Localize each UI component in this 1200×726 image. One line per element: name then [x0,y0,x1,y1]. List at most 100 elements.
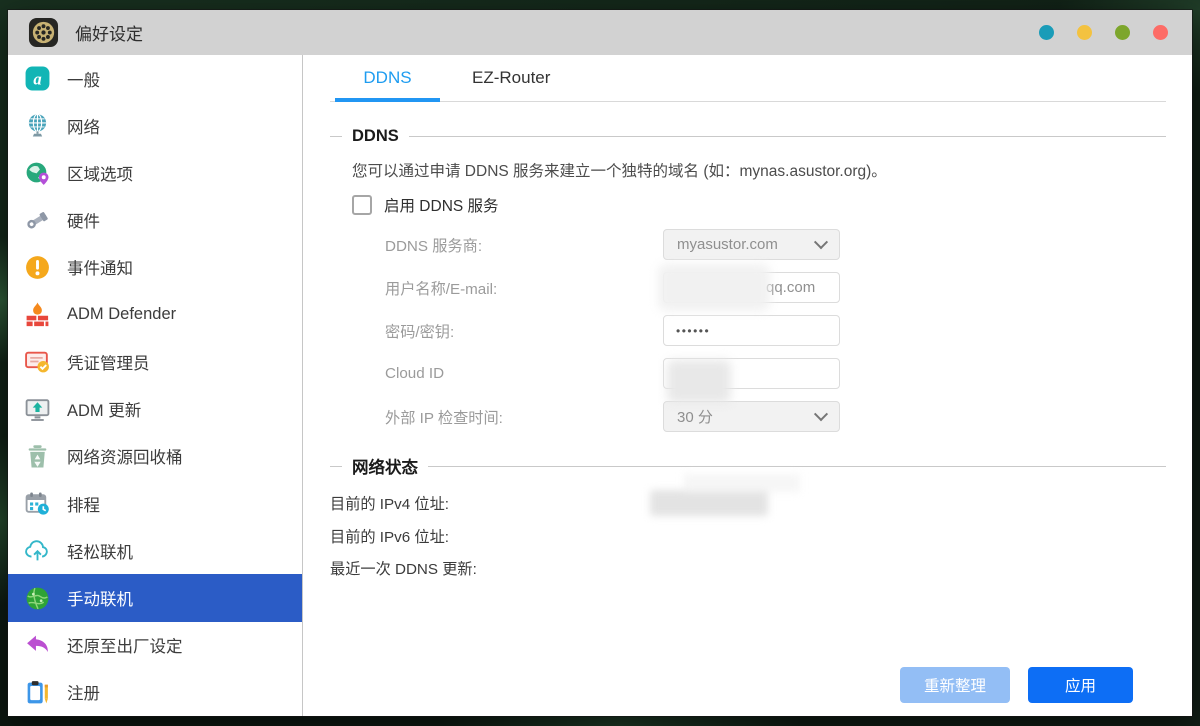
ip-check-interval-select[interactable]: 30 分 [663,401,840,432]
tab-ddns[interactable]: DDNS [335,55,440,102]
refresh-button[interactable]: 重新整理 [899,667,1010,703]
ddns-provider-row: DDNS 服务商: myasustor.com [330,229,1166,260]
legend-dash [330,465,342,467]
sidebar-item-manual-connect[interactable]: 手动联机 [8,574,302,622]
sidebar-item-label: ADM 更新 [67,402,142,421]
sidebar-item-ez-connect[interactable]: 轻松联机 [8,527,302,574]
ipv4-label: 目前的 IPv4 位址: [330,496,449,513]
tab-ez-router-label: EZ-Router [472,68,551,87]
apply-button[interactable]: 应用 [1028,667,1133,703]
preferences-app-icon [28,17,59,48]
sidebar-item-label: 轻松联机 [67,543,133,562]
window-controls [1039,25,1168,40]
sidebar-item-label: 手动联机 [67,591,133,610]
sidebar-item-adm-update[interactable]: ADM 更新 [8,386,302,433]
cloud-id-redaction-blur [667,360,731,403]
sidebar-item-network[interactable]: 网络 [8,102,302,149]
cloud-id-label: Cloud ID [385,365,445,382]
ddns-provider-value: myasustor.com [677,236,778,253]
enable-ddns-checkbox[interactable] [352,195,372,215]
sidebar-item-label: 一般 [67,71,100,90]
asustor-a-icon: a [23,65,51,93]
sidebar-item-label: 注册 [67,685,100,704]
region-pin-icon [23,159,51,187]
ddns-provider-select[interactable]: myasustor.com [663,229,840,260]
tab-ddns-label: DDNS [363,68,412,87]
enable-ddns-label: 启用 DDNS 服务 [384,198,499,215]
legend-line [428,465,1166,467]
sidebar-item-hardware[interactable]: 硬件 [8,197,302,244]
legend-line [408,136,1166,137]
register-clipboard-icon [23,678,51,706]
firewall-icon [23,301,51,329]
window-title: 偏好设定 [75,25,143,44]
main-panel: DDNS EZ-Router DDNS 您可以通过申请 DDNS 服务来建立一个… [303,55,1192,716]
password-masked-value: •••••• [676,323,711,338]
monitor-update-icon [23,395,51,423]
preferences-window: 偏好设定 a 一般 网络 区域选项 硬件 事件通知 ADM Defender 凭… [8,10,1192,716]
hardware-wrench-icon [23,206,51,234]
calendar-clock-icon [23,490,51,518]
footer-actions: 重新整理 应用 [899,667,1133,703]
ddns-provider-label: DDNS 服务商: [385,237,483,255]
sidebar-item-general[interactable]: a 一般 [8,55,302,102]
tab-ez-router[interactable]: EZ-Router [448,55,574,101]
tab-bar: DDNS EZ-Router [330,55,1166,102]
svg-text:a: a [33,70,41,89]
last-ddns-update-label: 最近一次 DDNS 更新: [330,560,477,578]
network-status-title: 网络状态 [352,459,418,477]
ddns-description: 您可以通过申请 DDNS 服务来建立一个独特的域名 (如：mynas.asust… [352,163,887,180]
manual-connect-globe-icon [23,584,51,612]
password-label: 密码/密钥: [385,323,455,341]
settings-sidebar: a 一般 网络 区域选项 硬件 事件通知 ADM Defender 凭证管理员 … [8,55,303,716]
cloud-id-input[interactable] [663,358,840,403]
sidebar-item-label: 网络资源回收桶 [67,449,183,468]
ipv4-status-row: 目前的 IPv4 位址: [330,474,1166,516]
ipv6-status-row: 目前的 IPv6 位址: [330,523,1166,548]
window-control-dot-red[interactable] [1153,25,1168,40]
sidebar-item-regional-options[interactable]: 区域选项 [8,149,302,196]
chevron-down-icon [813,234,829,249]
network-globe-icon [23,112,51,140]
window-control-dot-yellow[interactable] [1077,25,1092,40]
window-control-dot-green[interactable] [1115,25,1130,40]
username-redaction-blur [658,264,770,311]
certificate-icon [23,348,51,376]
sidebar-item-network-recycle-bin[interactable]: 网络资源回收桶 [8,433,302,480]
ipv4-redaction-blur [650,474,800,516]
ipv6-label: 目前的 IPv6 位址: [330,528,449,546]
last-ddns-update-row: 最近一次 DDNS 更新: [330,555,1166,580]
username-input[interactable]: qq.com [658,264,840,311]
username-label: 用户名称/E-mail: [385,280,498,298]
cloud-upload-icon [23,537,51,565]
window-control-dot-teal[interactable] [1039,25,1054,40]
sidebar-item-label: 硬件 [67,213,100,232]
sidebar-item-schedule[interactable]: 排程 [8,480,302,527]
password-input[interactable]: •••••• [663,315,840,346]
username-row: 用户名称/E-mail: qq.com [330,264,1166,311]
sidebar-item-register[interactable]: 注册 [8,669,302,716]
ddns-section-legend: DDNS [330,127,1166,146]
recycle-bin-icon [23,442,51,470]
legend-dash [330,136,342,137]
chevron-down-icon [813,406,829,421]
ip-check-interval-label: 外部 IP 检查时间: [385,409,503,427]
sidebar-item-label: 凭证管理员 [67,354,150,373]
alert-icon [23,253,51,281]
sidebar-item-label: 还原至出厂设定 [67,638,183,657]
sidebar-item-notifications[interactable]: 事件通知 [8,244,302,291]
password-row: 密码/密钥: •••••• [330,315,1166,346]
sidebar-item-label: 区域选项 [67,166,133,185]
sidebar-item-certificate-manager[interactable]: 凭证管理员 [8,338,302,385]
sidebar-item-adm-defender[interactable]: ADM Defender [8,291,302,338]
ip-check-interval-row: 外部 IP 检查时间: 30 分 [330,401,1166,432]
undo-arrow-icon [23,631,51,659]
sidebar-item-label: 排程 [67,496,100,515]
sidebar-item-label: 事件通知 [67,260,133,279]
sidebar-item-label: 网络 [67,118,100,137]
ddns-section-title: DDNS [352,127,399,145]
title-bar: 偏好设定 [8,10,1192,55]
sidebar-item-factory-reset[interactable]: 还原至出厂设定 [8,622,302,669]
cloud-id-row: Cloud ID [330,358,1166,403]
enable-ddns-checkbox-row[interactable]: 启用 DDNS 服务 [330,194,1166,216]
